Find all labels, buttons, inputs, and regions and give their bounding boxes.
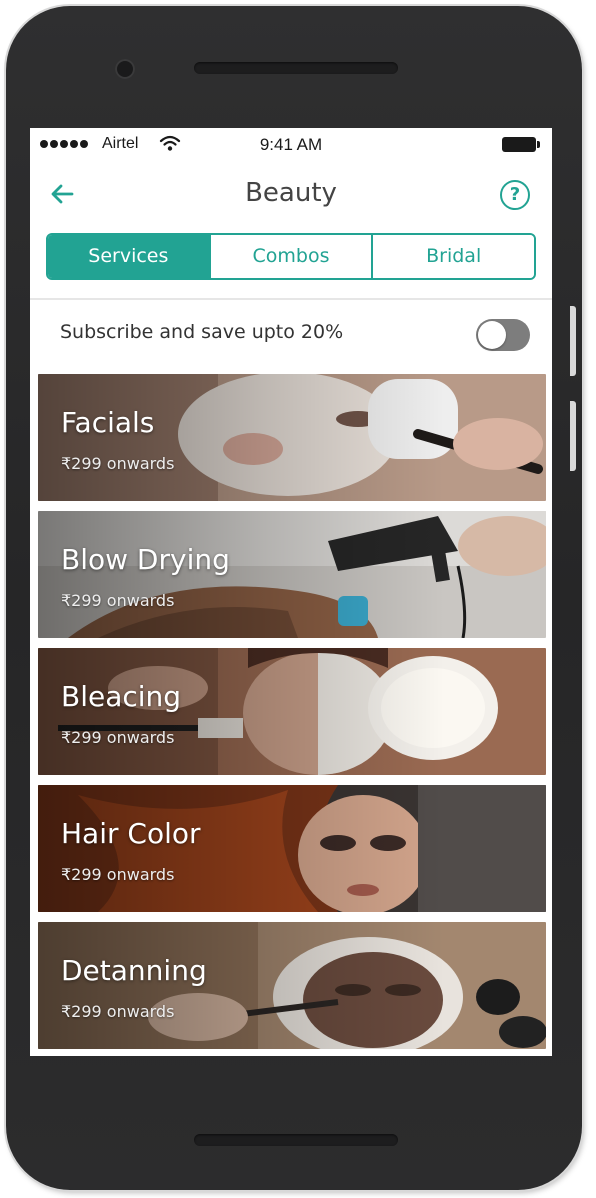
service-price: ₹299 onwards [61,454,175,473]
category-tabs: Services Combos Bridal [46,233,536,280]
service-price: ₹299 onwards [61,591,175,610]
service-name: Detanning [61,954,207,987]
nav-bar: Beauty ? [30,162,552,226]
tab-bridal[interactable]: Bridal [371,235,534,278]
subscribe-toggle[interactable] [476,319,530,351]
services-list: Facials ₹299 onwards Blow Drying ₹299 on… [38,374,546,1056]
battery-icon [502,137,540,152]
page-title: Beauty [245,178,337,208]
service-card-blow-drying[interactable]: Blow Drying ₹299 onwards [38,511,546,638]
service-card-facials[interactable]: Facials ₹299 onwards [38,374,546,501]
side-button [570,401,576,471]
service-name: Bleacing [61,680,182,713]
service-name: Blow Drying [61,543,230,576]
tab-combos[interactable]: Combos [208,235,372,278]
status-time: 9:41 AM [259,135,323,154]
front-camera [115,59,135,79]
service-card-detanning[interactable]: Detanning ₹299 onwards [38,922,546,1049]
help-icon[interactable]: ? [500,180,530,210]
subscribe-label: Subscribe and save upto 20% [60,321,344,343]
home-bar [194,1134,398,1146]
service-card-bleacing[interactable]: Bleacing ₹299 onwards [38,648,546,775]
subscribe-row: Subscribe and save upto 20% [30,300,552,370]
service-card-hair-color[interactable]: Hair Color ₹299 onwards [38,785,546,912]
side-button [570,306,576,376]
service-name: Hair Color [61,817,201,850]
service-price: ₹299 onwards [61,1002,175,1021]
service-price: ₹299 onwards [61,728,175,747]
service-name: Facials [61,406,155,439]
earpiece-speaker [194,62,398,74]
app-screen: Airtel 9:41 AM Beauty ? Services Combos … [30,128,552,1056]
service-price: ₹299 onwards [61,865,175,884]
toggle-knob [478,321,506,349]
tab-services[interactable]: Services [48,235,209,278]
back-arrow-icon[interactable] [46,178,78,210]
status-bar: Airtel 9:41 AM [30,128,552,162]
